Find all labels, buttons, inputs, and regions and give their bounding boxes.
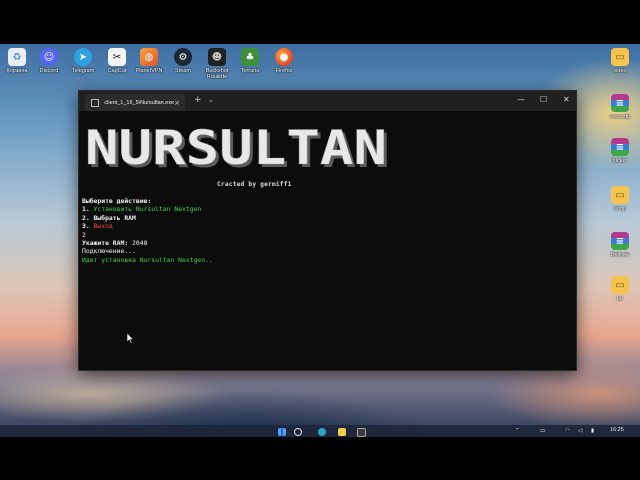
title-bar[interactable]: client_1_16_5\Nursultan.exe × + ⌄ — ☐ ✕ (79, 91, 576, 111)
taskbar-edge-icon[interactable] (318, 428, 326, 436)
desktop-icon-bellnee[interactable]: ≡ Bellnee (604, 232, 636, 258)
desktop-icon-telegram[interactable]: ➤ Telegram (67, 48, 99, 74)
desktop-icon-discord[interactable]: ☺ Discord (33, 48, 65, 74)
desktop-icon-label: Telegram (71, 68, 95, 74)
desktop-icon-label: Steam (175, 68, 191, 74)
firefox-icon: ● (275, 48, 293, 66)
menu-option-exit: 3. Выход (82, 222, 113, 231)
steam-icon: ⚙ (174, 48, 192, 66)
taskbar-clock[interactable]: 16:25 (610, 427, 624, 433)
terminal-output: Выберите действие: 1. Установить Nursult… (82, 197, 213, 264)
folder-icon: ▭ (611, 186, 629, 204)
tab-dropdown-button[interactable]: ⌄ (208, 96, 214, 104)
desktop-icon-fucker[interactable]: ≡ fucker (604, 138, 636, 164)
desktop-icon-tar[interactable]: ▭ tar (604, 276, 636, 302)
letterbox-bottom (0, 437, 640, 480)
close-button[interactable]: ✕ (563, 95, 570, 104)
connecting-line: Подключение... (82, 247, 136, 256)
taskbar-explorer-icon[interactable] (338, 428, 346, 436)
user-input-line: 2 (82, 230, 86, 239)
discord-icon: ☺ (40, 48, 58, 66)
desktop-icon-steam[interactable]: ⚙ Steam (167, 48, 199, 74)
winrar-archive-icon: ≡ (611, 232, 629, 250)
maximize-button[interactable]: ☐ (540, 95, 547, 104)
desktop-icon-label: www.zip (609, 114, 631, 120)
desktop-icon-label: PlanetVPN (135, 68, 163, 74)
desktop-icon-planetvpn[interactable]: ◍ PlanetVPN (133, 48, 165, 74)
desktop-icon-label: fucker (612, 158, 628, 164)
buckshot-roulette-icon: ☻ (208, 48, 226, 66)
folder-icon: ▭ (611, 276, 629, 294)
desktop-icon-terraria[interactable]: ♣ Terraria (234, 48, 266, 74)
desktop-icon-label: Bellnee (610, 252, 630, 258)
menu-option-install: 1. Установить Nursultan Nextgen (82, 205, 202, 214)
desktop-icon-label: Discord (39, 68, 59, 74)
desktop-icon-label: video (613, 68, 627, 74)
terraria-icon: ♣ (241, 48, 259, 66)
desktop-icon-label: CapCut (107, 68, 127, 74)
desktop-icon-video[interactable]: ▭ video (604, 48, 636, 74)
desktop-icon-label: tar (616, 296, 624, 302)
winrar-archive-icon: ≡ (611, 94, 629, 112)
desktop-icon-label: Terraria (240, 68, 260, 74)
telegram-icon: ➤ (74, 48, 92, 66)
desktop-icon-temp[interactable]: ▭ temp (604, 186, 636, 212)
mouse-cursor-icon (127, 333, 134, 344)
tab-close-icon[interactable]: × (174, 99, 180, 107)
desktop-icon-label: temp (613, 206, 627, 212)
minimize-button[interactable]: — (517, 95, 525, 104)
taskbar-search-icon[interactable] (294, 428, 302, 436)
ascii-banner-text: NURSULTAN (85, 121, 387, 175)
desktop-icon-label: Корзина (6, 68, 28, 74)
terminal-tab[interactable]: client_1_16_5\Nursultan.exe × (85, 94, 185, 111)
recycle-bin-icon: ♻ (8, 48, 26, 66)
tray-volume-icon[interactable]: ◁ (578, 428, 582, 434)
terminal-content[interactable]: NURSULTAN NURSULTAN Сrаctеd by germiff1 … (79, 111, 576, 370)
ram-line: Укажите RAM: 2048 (82, 239, 148, 248)
desktop-icon-buckshot-roulette[interactable]: ☻ Buckshot Roulette (201, 48, 233, 80)
menu-prompt: Выберите действие: (82, 197, 152, 205)
start-button-windows-icon[interactable] (278, 428, 286, 436)
menu-option-ram: 2. Выбрать RAM (82, 213, 136, 222)
desktop-icon-recycle-bin[interactable]: ♻ Корзина (1, 48, 33, 74)
folder-icon: ▭ (611, 48, 629, 66)
letterbox-top (0, 0, 640, 44)
taskbar-terminal-icon[interactable] (357, 428, 366, 437)
terminal-window[interactable]: client_1_16_5\Nursultan.exe × + ⌄ — ☐ ✕ … (78, 90, 577, 371)
tray-chevron-icon[interactable]: ⌃ (515, 428, 520, 434)
tray-keyboard-icon[interactable]: ▭ (540, 428, 545, 434)
installing-line: Идет установка Nursultan Nextgen.. (82, 255, 213, 264)
planetvpn-icon: ◍ (140, 48, 158, 66)
tray-network-icon[interactable]: ◠ (565, 428, 570, 434)
new-tab-button[interactable]: + (194, 95, 202, 105)
ascii-banner: NURSULTAN NURSULTAN (85, 121, 390, 175)
crafted-by-line: Сrаctеd by germiff1 (217, 181, 292, 188)
desktop-icon-www-zip[interactable]: ≡ www.zip (604, 94, 636, 120)
winrar-archive-icon: ≡ (611, 138, 629, 156)
terminal-icon (91, 98, 100, 107)
desktop-icon-label: Buckshot Roulette (205, 68, 229, 80)
desktop-icon-firefox[interactable]: ● Firefox (268, 48, 300, 74)
tray-battery-icon[interactable]: ▮ (591, 428, 594, 434)
desktop-icon-label: Firefox (275, 68, 293, 74)
tab-title: client_1_16_5\Nursultan.exe (104, 99, 175, 106)
desktop-icon-capcut[interactable]: ✂ CapCut (101, 48, 133, 74)
capcut-icon: ✂ (108, 48, 126, 66)
